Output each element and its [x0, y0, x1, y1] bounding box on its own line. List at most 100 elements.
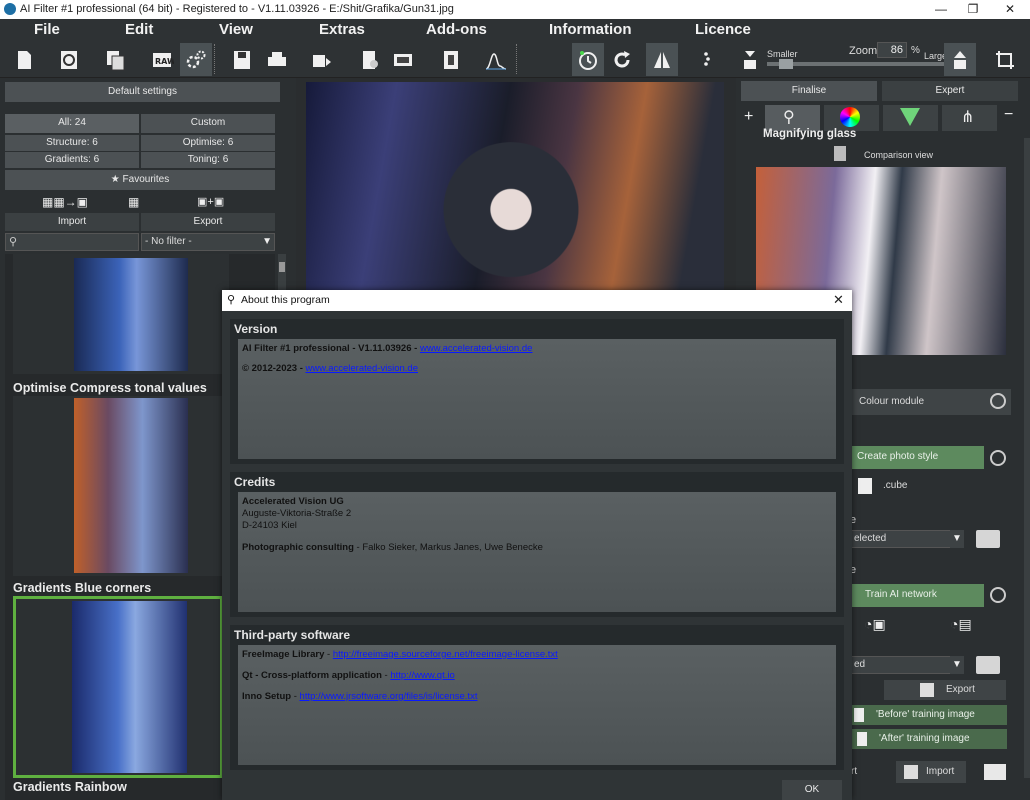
zoom-slider-handle[interactable]: [779, 59, 793, 69]
info-image-icon[interactable]: [435, 43, 467, 76]
print-icon[interactable]: [261, 43, 293, 76]
grid-select-icon[interactable]: ▦: [128, 195, 153, 211]
minimize-button[interactable]: —: [925, 0, 957, 19]
crop-rotate-icon[interactable]: [989, 43, 1021, 76]
style-select[interactable]: elected: [851, 530, 951, 548]
eye-icon[interactable]: [990, 393, 1006, 409]
add-icon[interactable]: +: [744, 108, 753, 126]
zoom-slider[interactable]: [767, 62, 944, 66]
comparison-checkbox[interactable]: [834, 146, 846, 161]
filter-toning-button[interactable]: Toning: 6: [141, 152, 275, 168]
filter-structure-button[interactable]: Structure: 6: [5, 135, 139, 151]
database-icon[interactable]: [984, 764, 1006, 780]
menu-addons[interactable]: Add-ons: [426, 21, 487, 38]
after-training-button[interactable]: 'After' training image: [851, 729, 1007, 749]
freeimage-link[interactable]: http://freeimage.sourceforge.net/freeima…: [333, 649, 558, 660]
zoom-larger-icon[interactable]: [944, 43, 976, 76]
filter-gradients-button[interactable]: Gradients: 6: [5, 152, 139, 168]
menu-edit[interactable]: Edit: [125, 21, 153, 38]
qt-link[interactable]: http://www.qt.io: [390, 670, 454, 681]
filter-optimise-button[interactable]: Optimise: 6: [141, 135, 275, 151]
file-icon: [857, 732, 867, 746]
create-photo-style-button[interactable]: Create photo style: [851, 446, 984, 469]
export-network-button[interactable]: Export: [884, 680, 1006, 700]
import-grid-icon[interactable]: ▦▦→▣: [42, 195, 92, 211]
save-timer-icon[interactable]: ◔▤: [950, 616, 986, 636]
batch-icon[interactable]: [100, 43, 132, 76]
network-icon: ⋔: [961, 109, 975, 126]
folder-icon[interactable]: [976, 530, 1000, 548]
export-network-label: Export: [946, 684, 975, 695]
compare-icon[interactable]: [387, 43, 419, 76]
menu-extras[interactable]: Extras: [319, 21, 365, 38]
close-window-button[interactable]: ✕: [994, 0, 1026, 19]
filter-custom-button[interactable]: Custom: [141, 114, 275, 133]
camera-timer-icon[interactable]: ◔▣: [864, 616, 900, 636]
ok-button[interactable]: OK: [782, 780, 842, 800]
clock-refresh-icon[interactable]: [572, 43, 604, 76]
new-file-icon[interactable]: [8, 43, 40, 76]
inno-link[interactable]: http://www.jrsoftware.org/files/is/licen…: [300, 691, 478, 702]
export-button[interactable]: Export: [141, 213, 275, 231]
star-icon: ★: [110, 174, 123, 185]
save-icon[interactable]: [226, 43, 258, 76]
zoom-fit-icon[interactable]: [734, 43, 766, 76]
menu-information[interactable]: Information: [549, 21, 632, 38]
maximize-button[interactable]: ❐: [957, 0, 989, 19]
colour-module-button[interactable]: Colour module: [851, 389, 1011, 415]
tab-finalise[interactable]: Finalise: [741, 81, 877, 101]
chevron-down-icon[interactable]: ▼: [950, 530, 964, 548]
menu-file[interactable]: File: [34, 21, 60, 38]
filter-select-value: - No filter -: [145, 236, 192, 247]
copyright-link[interactable]: www.accelerated-vision.de: [306, 363, 418, 374]
network-tab[interactable]: ⋔: [942, 105, 997, 131]
eye-icon[interactable]: [990, 450, 1006, 466]
remove-icon[interactable]: −: [1004, 106, 1013, 124]
dotted-line-icon[interactable]: [690, 43, 722, 76]
history-icon[interactable]: [53, 43, 85, 76]
redo-icon[interactable]: [606, 43, 638, 76]
menu-licence[interactable]: Licence: [695, 21, 751, 38]
consulting-names: - Falko Sieker, Markus Janes, Uwe Beneck…: [353, 542, 543, 553]
network-select[interactable]: ed: [851, 656, 951, 674]
zoom-value-input[interactable]: 86: [877, 42, 907, 58]
scrollbar-thumb[interactable]: [279, 262, 285, 272]
svg-text:RAW: RAW: [155, 57, 174, 66]
network-select-value: ed: [854, 659, 866, 670]
import-network-label: Import: [926, 766, 955, 777]
settings-icon[interactable]: [180, 43, 212, 76]
eye-icon[interactable]: [990, 587, 1006, 603]
list-item[interactable]: [13, 254, 229, 374]
favourites-button[interactable]: ★ Favourites: [5, 170, 275, 190]
raw-icon[interactable]: RAW: [146, 43, 178, 76]
folder-icon[interactable]: [976, 656, 1000, 674]
filter-all-button[interactable]: All: 24: [5, 114, 139, 133]
default-settings-button[interactable]: Default settings: [5, 82, 280, 102]
export-options-icon[interactable]: [306, 43, 338, 76]
tab-expert[interactable]: Expert: [882, 81, 1018, 101]
import-button[interactable]: Import: [5, 213, 139, 231]
import-network-button[interactable]: Import: [896, 761, 966, 783]
close-icon[interactable]: ✕: [833, 292, 844, 308]
before-training-button[interactable]: 'Before' training image: [851, 705, 1007, 725]
share-icon[interactable]: [354, 43, 386, 76]
menu-view[interactable]: View: [219, 21, 253, 38]
search-input[interactable]: ⚲: [5, 233, 139, 251]
list-item-selected[interactable]: [13, 596, 223, 778]
split-view-icon[interactable]: [646, 43, 678, 76]
thumbnail-image: [72, 601, 187, 773]
histogram-icon[interactable]: [480, 43, 512, 76]
filter-select[interactable]: - No filter - ▼: [141, 233, 275, 251]
add-export-icon[interactable]: ▣+▣: [197, 195, 237, 211]
list-item[interactable]: [13, 396, 229, 576]
magnifier-icon: ⚲: [783, 109, 795, 126]
chevron-down-icon[interactable]: ▼: [950, 656, 964, 674]
credits-heading: Credits: [234, 475, 276, 489]
import-icon: [904, 765, 918, 779]
version-section: Version AI Filter #1 professional - V1.1…: [230, 319, 844, 464]
version-link[interactable]: www.accelerated-vision.de: [420, 343, 532, 354]
credits-box: Accelerated Vision UG Auguste-Viktoria-S…: [238, 492, 836, 612]
right-scrollbar[interactable]: [1024, 138, 1030, 778]
prism-tab[interactable]: [883, 105, 938, 131]
train-ai-button[interactable]: Train AI network: [851, 584, 984, 607]
